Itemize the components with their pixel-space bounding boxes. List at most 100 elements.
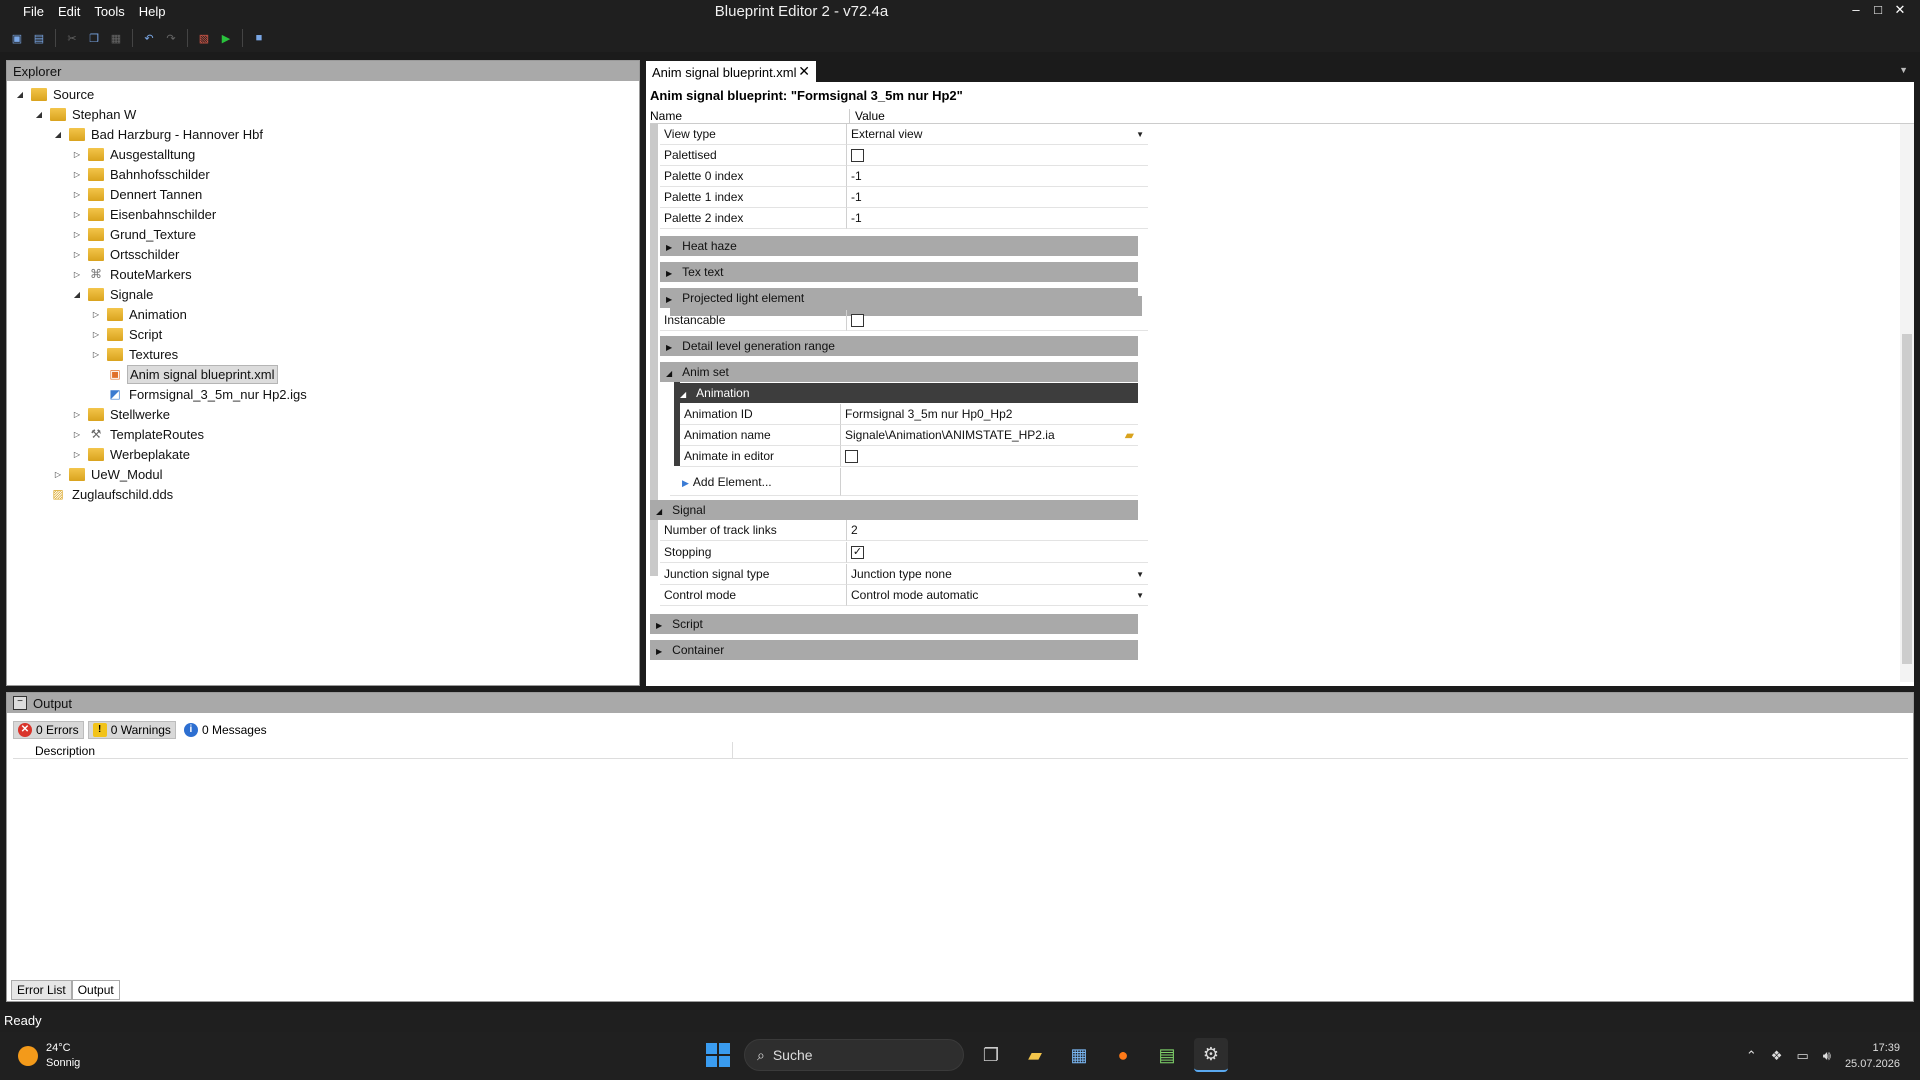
save-all-icon[interactable]: ▤ — [30, 29, 48, 47]
tree-item[interactable]: ▷ Animation — [7, 304, 639, 324]
collapse-arrow-icon[interactable]: ◢ — [666, 369, 672, 378]
palette-0-input[interactable]: -1 — [847, 166, 1148, 187]
tree-item[interactable]: ◩ Formsignal_3_5m_nur Hp2.igs — [7, 384, 639, 404]
control-mode-select[interactable]: Control mode automatic ▼ — [847, 585, 1148, 606]
network-icon[interactable]: ▭ — [1796, 1048, 1808, 1064]
section-heat-haze[interactable]: ▶ Heat haze — [660, 236, 1138, 256]
row-add-element[interactable]: ▶ Add Element... — [670, 468, 1138, 496]
collapse-arrow-icon[interactable]: ◢ — [680, 390, 686, 399]
expand-arrow-icon[interactable]: ▷ — [72, 430, 82, 439]
expand-arrow-icon[interactable]: ▶ — [656, 647, 662, 656]
taskbar-search[interactable]: ⌕ Suche — [744, 1039, 964, 1071]
tree-item[interactable]: ▷ Textures — [7, 344, 639, 364]
track-links-input[interactable]: 2 — [847, 520, 1148, 541]
section-detail-level[interactable]: ▶ Detail level generation range — [660, 336, 1138, 356]
weather-widget[interactable]: 24°C Sonnig — [18, 1041, 80, 1071]
firefox-icon[interactable]: ● — [1106, 1038, 1140, 1072]
expand-arrow-icon[interactable]: ▶ — [656, 621, 662, 630]
row-animate-in-editor[interactable]: Animate in editor — [680, 446, 1138, 467]
instancable-checkbox[interactable] — [851, 313, 864, 327]
tree-item[interactable]: ◢ Source — [7, 84, 639, 104]
tree-item[interactable]: ▷ Stellwerke — [7, 404, 639, 424]
row-animation-id[interactable]: Animation ID Formsignal 3_5m nur Hp0_Hp2 — [680, 404, 1138, 425]
collapse-arrow-icon[interactable]: ◢ — [72, 290, 82, 299]
start-button[interactable] — [702, 1039, 734, 1071]
task-view-icon[interactable]: ❐ — [974, 1038, 1008, 1072]
cut-icon[interactable]: ✂ — [63, 29, 81, 47]
close-window-button[interactable]: ✕ — [1892, 2, 1908, 18]
expand-arrow-icon[interactable]: ▷ — [72, 210, 82, 219]
section-projected-light[interactable]: ▶ Projected light element — [660, 288, 1138, 308]
expand-arrow-icon[interactable]: ▷ — [91, 330, 101, 339]
expand-arrow-icon[interactable]: ▷ — [72, 250, 82, 259]
tray-overflow-icon[interactable]: ⌃ — [1746, 1048, 1757, 1064]
tree-item[interactable]: ◢ Signale — [7, 284, 639, 304]
palettised-checkbox[interactable] — [851, 148, 864, 162]
blueprint-editor-icon[interactable]: ⚙ — [1194, 1038, 1228, 1072]
animate-in-editor-checkbox[interactable] — [845, 449, 858, 463]
dropbox-icon[interactable]: ❖ — [1771, 1048, 1783, 1064]
file-explorer-icon[interactable]: ▰ — [1018, 1038, 1052, 1072]
export-icon[interactable]: ▧ — [195, 29, 213, 47]
palette-2-input[interactable]: -1 — [847, 208, 1148, 229]
undo-icon[interactable]: ↶ — [140, 29, 158, 47]
tree-item[interactable]: ▷ ⚒ TemplateRoutes — [7, 424, 639, 444]
collapse-icon[interactable]: − — [13, 696, 27, 710]
document-tab[interactable]: Anim signal blueprint.xml ✕ — [646, 61, 816, 82]
tree-item[interactable]: ▷ Ortsschilder — [7, 244, 639, 264]
warnings-filter-button[interactable]: ! 0 Warnings — [87, 721, 176, 739]
minimize-button[interactable]: – — [1848, 2, 1864, 18]
tree-item[interactable]: ◢ Stephan W — [7, 104, 639, 124]
tree-item[interactable]: ▷ Grund_Texture — [7, 224, 639, 244]
animation-name-input[interactable]: Signale\Animation\ANIMSTATE_HP2.ia ▰ — [841, 425, 1138, 446]
messages-filter-button[interactable]: i0 Messages — [180, 721, 271, 739]
expand-arrow-icon[interactable]: ▷ — [72, 150, 82, 159]
tree-item[interactable]: ▣ Anim signal blueprint.xml — [7, 364, 639, 384]
expand-arrow-icon[interactable]: ▷ — [72, 230, 82, 239]
section-script[interactable]: ▶ Script — [650, 614, 1138, 634]
collapse-arrow-icon[interactable]: ◢ — [34, 110, 44, 119]
expand-arrow-icon[interactable]: ▶ — [666, 295, 672, 304]
expand-arrow-icon[interactable]: ▷ — [72, 270, 82, 279]
volume-icon[interactable]: 🔊︎ — [1823, 1048, 1831, 1064]
stop-icon[interactable]: ■ — [250, 29, 268, 47]
collapse-arrow-icon[interactable]: ◢ — [15, 90, 25, 99]
add-element-button[interactable]: ▶ Add Element... — [670, 468, 841, 496]
tree-item[interactable]: ▷ UeW_Modul — [7, 464, 639, 484]
section-anim-set[interactable]: ◢ Anim set — [660, 362, 1138, 382]
dropdown-arrow-icon[interactable]: ▼ — [1136, 570, 1144, 579]
expand-arrow-icon[interactable]: ▷ — [53, 470, 63, 479]
tree-item[interactable]: ◢ Bad Harzburg - Hannover Hbf — [7, 124, 639, 144]
tab-list-dropdown-icon[interactable]: ▼ — [1899, 65, 1908, 75]
tree-item[interactable]: ▷ Script — [7, 324, 639, 344]
expand-arrow-icon[interactable]: ▶ — [666, 243, 672, 252]
expand-arrow-icon[interactable]: ▷ — [91, 350, 101, 359]
tree-item[interactable]: ▷ Werbeplakate — [7, 444, 639, 464]
tree-item[interactable]: ▷ Ausgestalltung — [7, 144, 639, 164]
close-icon[interactable]: ✕ — [798, 64, 810, 78]
description-column-header[interactable]: Description — [13, 742, 733, 759]
paste-icon[interactable]: ▦ — [107, 29, 125, 47]
expand-arrow-icon[interactable]: ▷ — [72, 190, 82, 199]
junction-signal-type-select[interactable]: Junction type none ▼ — [847, 564, 1148, 585]
palette-1-input[interactable]: -1 — [847, 187, 1148, 208]
expand-arrow-icon[interactable]: ▷ — [72, 410, 82, 419]
tree-item[interactable]: ▷ Dennert Tannen — [7, 184, 639, 204]
tree-item[interactable]: ▷ Eisenbahnschilder — [7, 204, 639, 224]
save-icon[interactable]: ▣ — [8, 29, 26, 47]
section-signal[interactable]: ◢ Signal — [650, 500, 1138, 520]
property-grid-scrollbar[interactable] — [1900, 124, 1914, 682]
tree-item[interactable]: ▨ Zuglaufschild.dds — [7, 484, 639, 504]
clock[interactable]: 17:39 25.07.2026 — [1845, 1040, 1900, 1072]
view-type-select[interactable]: External view ▼ — [847, 124, 1148, 145]
expand-arrow-icon[interactable]: ▶ — [666, 269, 672, 278]
expand-arrow-icon[interactable]: ▷ — [72, 450, 82, 459]
tab-output[interactable]: Output — [71, 980, 120, 1000]
redo-icon[interactable]: ↷ — [162, 29, 180, 47]
collapse-arrow-icon[interactable]: ◢ — [53, 130, 63, 139]
animation-id-input[interactable]: Formsignal 3_5m nur Hp0_Hp2 — [841, 404, 1138, 425]
section-animation[interactable]: ◢ Animation — [674, 383, 1138, 403]
section-container[interactable]: ▶ Container — [650, 640, 1138, 660]
row-animation-name[interactable]: Animation name Signale\Animation\ANIMSTA… — [680, 425, 1138, 446]
expand-arrow-icon[interactable]: ▷ — [72, 170, 82, 179]
